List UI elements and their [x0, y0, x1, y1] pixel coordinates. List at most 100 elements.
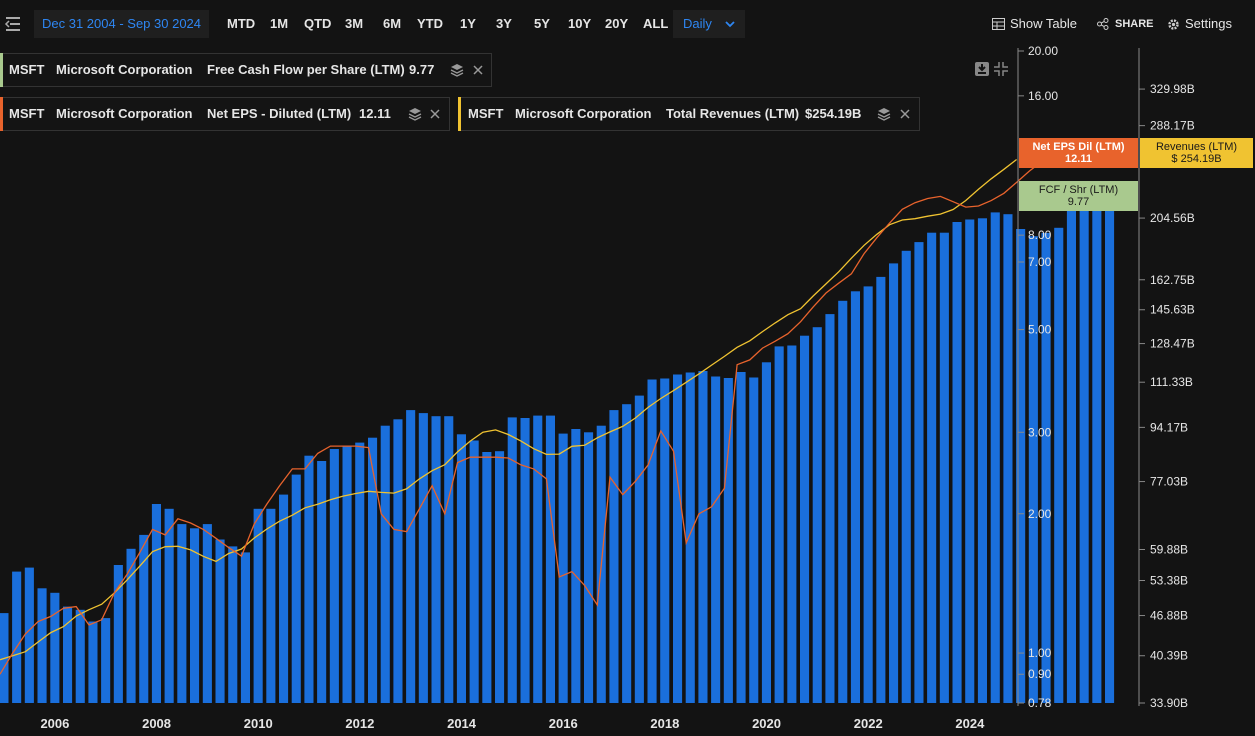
- fcf-bar: [279, 494, 289, 703]
- layers-icon[interactable]: [408, 107, 422, 121]
- fcf-bar: [952, 222, 962, 703]
- fcf-badge-label: FCF / Shr (LTM): [1038, 184, 1119, 196]
- download-icon[interactable]: [974, 61, 990, 77]
- fcf-bar: [901, 250, 911, 704]
- fcf-bar: [1003, 214, 1013, 703]
- x-tick-label: 2016: [549, 716, 578, 731]
- fcf-bar: [584, 432, 594, 703]
- fcf-bar: [609, 410, 619, 703]
- fcf-bar: [12, 571, 22, 703]
- fcf-bar: [622, 404, 632, 703]
- right-tick-label: 40.39B: [1150, 649, 1188, 663]
- right-tick-label: 33.90B: [1150, 696, 1188, 710]
- fcf-bar: [1054, 227, 1064, 704]
- right-tick-label: 329.98B: [1150, 82, 1195, 96]
- fcf-bar: [228, 546, 238, 703]
- eps-value-badge: Net EPS Dil (LTM) 12.11: [1019, 138, 1138, 168]
- fcf-bar: [240, 552, 250, 703]
- fcf-bar: [761, 362, 771, 703]
- x-axis-ticks: 2006 2008 2010 2012 2014 2016 2018 2020 2022 2024: [40, 716, 985, 731]
- legend-revenue-color: [458, 97, 461, 131]
- fcf-bar: [711, 376, 721, 703]
- fcf-bar: [533, 415, 543, 703]
- fcf-bar: [101, 618, 111, 703]
- fcf-bar: [24, 567, 34, 703]
- fcf-bar: [825, 314, 835, 703]
- fcf-value-badge: FCF / Shr (LTM) 9.77: [1019, 181, 1138, 211]
- fcf-bar: [164, 508, 174, 703]
- fcf-bar: [291, 474, 301, 703]
- left-tick-label: 0.78: [1028, 696, 1052, 710]
- fcf-bar: [50, 592, 60, 703]
- close-icon[interactable]: [429, 108, 441, 120]
- fcf-bar: [571, 429, 581, 703]
- right-tick-label: 59.88B: [1150, 543, 1188, 557]
- left-tick-label: 3.00: [1028, 425, 1052, 439]
- fcf-bar: [800, 335, 810, 703]
- right-tick-label: 94.17B: [1150, 420, 1188, 434]
- right-tick-label: 77.03B: [1150, 475, 1188, 489]
- right-tick-label: 162.75B: [1150, 273, 1195, 287]
- legend-metric: Net EPS - Diluted (LTM): [207, 106, 352, 121]
- fcf-bar: [482, 452, 492, 703]
- fcf-bar: [456, 434, 466, 703]
- left-tick-label: 2.00: [1028, 507, 1052, 521]
- x-tick-label: 2010: [244, 716, 273, 731]
- x-tick-label: 2006: [40, 716, 69, 731]
- fcf-bar: [977, 218, 987, 704]
- fcf-bar: [838, 300, 848, 703]
- close-icon[interactable]: [899, 108, 911, 120]
- fcf-bar: [990, 212, 1000, 703]
- right-tick-label: 111.33B: [1150, 375, 1193, 389]
- left-tick-label: 8.00: [1028, 228, 1052, 242]
- fcf-bar: [1092, 191, 1102, 704]
- right-tick-label: 46.88B: [1150, 609, 1188, 623]
- close-icon[interactable]: [472, 64, 484, 76]
- right-tick-label: 288.17B: [1150, 119, 1195, 133]
- eps-badge-value: 12.11: [1065, 153, 1092, 165]
- fcf-bar: [495, 451, 505, 703]
- fcf-bar: [75, 609, 85, 703]
- fcf-bar: [647, 379, 657, 703]
- fcf-bar: [736, 372, 746, 703]
- legend-eps-color: [0, 97, 3, 131]
- fcf-bar: [965, 219, 975, 703]
- fcf-bar: [545, 415, 555, 703]
- fcf-bar: [889, 263, 899, 703]
- collapse-icon[interactable]: [993, 61, 1009, 77]
- fcf-bar: [88, 621, 98, 703]
- fcf-bar: [774, 346, 784, 703]
- fcf-bar: [660, 378, 670, 703]
- right-axis-ticks: 329.98B 288.17B 204.56B 162.75B 145.63B 128.4…: [1139, 82, 1195, 710]
- right-tick-label: 128.47B: [1150, 337, 1195, 351]
- revenue-value-badge: Revenues (LTM) $ 254.19B: [1140, 138, 1253, 168]
- fcf-bar: [215, 539, 225, 703]
- fcf-bar: [342, 446, 352, 703]
- legend-ticker: MSFT: [468, 106, 504, 121]
- fcf-bar: [812, 327, 822, 703]
- legend-eps: MSFT Microsoft Corporation Net EPS - Dil…: [0, 97, 450, 131]
- fcf-bar: [914, 242, 924, 703]
- x-tick-label: 2008: [142, 716, 171, 731]
- legend-value: $254.19B: [805, 106, 862, 121]
- legend-metric: Free Cash Flow per Share (LTM): [207, 62, 405, 77]
- x-tick-label: 2024: [955, 716, 985, 731]
- left-tick-label: 20.00: [1028, 44, 1058, 58]
- layers-icon[interactable]: [450, 63, 464, 77]
- legend-value: 12.11: [359, 106, 391, 121]
- x-tick-label: 2018: [650, 716, 679, 731]
- legend-ticker: MSFT: [9, 106, 45, 121]
- right-tick-label: 145.63B: [1150, 303, 1195, 317]
- fcf-bar: [1028, 236, 1038, 703]
- legend-fcf: MSFT Microsoft Corporation Free Cash Flo…: [0, 53, 492, 87]
- x-tick-label: 2020: [752, 716, 781, 731]
- legend-company: Microsoft Corporation: [56, 106, 193, 121]
- fcf-bar: [863, 286, 873, 703]
- fcf-bar: [1105, 194, 1115, 703]
- fcf-bar: [380, 425, 390, 703]
- fcf-bar: [304, 455, 314, 703]
- fcf-badge-value: 9.77: [1067, 196, 1090, 208]
- layers-icon[interactable]: [877, 107, 891, 121]
- legend-ticker: MSFT: [9, 62, 45, 77]
- fcf-bar: [673, 374, 683, 703]
